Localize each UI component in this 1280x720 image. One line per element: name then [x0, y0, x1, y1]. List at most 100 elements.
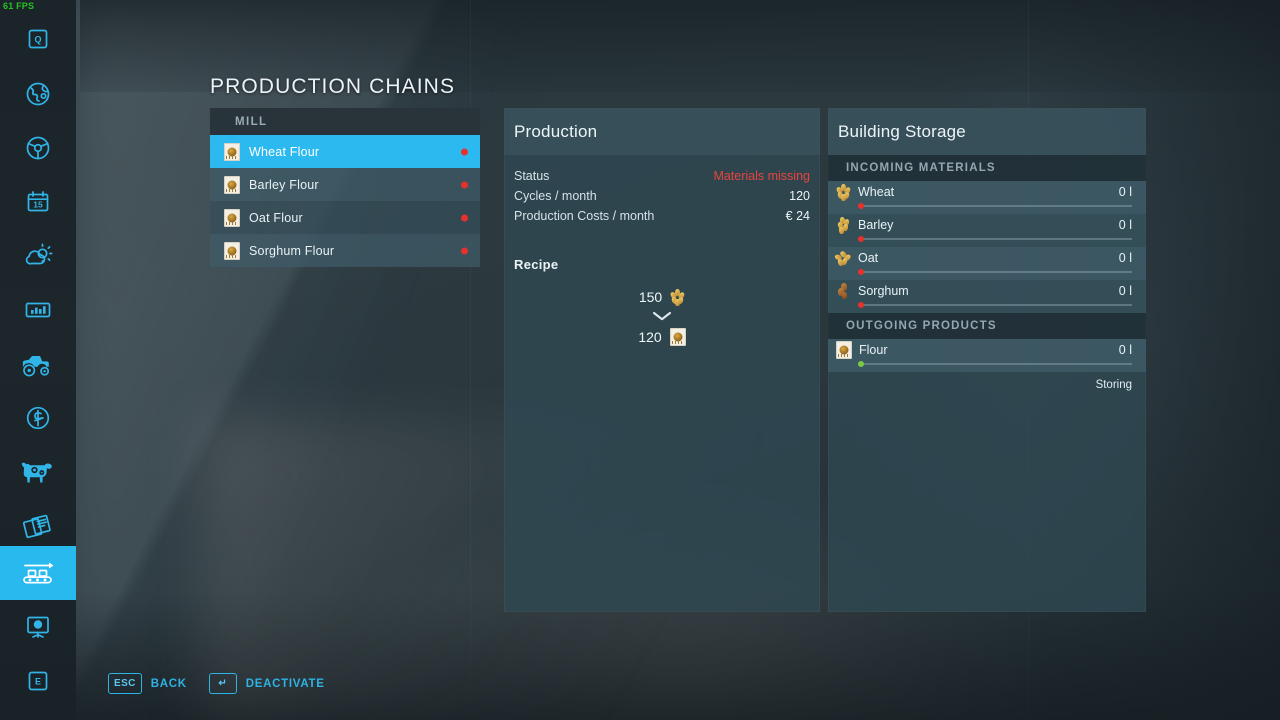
sidebar-item-vehicle-control[interactable]	[0, 121, 76, 175]
svg-text:E: E	[35, 677, 41, 687]
stat-row-costs: Production Costs / month € 24	[514, 209, 810, 229]
storage-row-left: Barley	[836, 216, 893, 234]
storage-row-label: Wheat	[858, 185, 895, 199]
chain-row-sorghum-flour[interactable]: Sorghum Flour	[210, 234, 480, 267]
chain-row-wheat-flour[interactable]: Wheat Flour	[210, 135, 480, 168]
stat-label: Status	[514, 169, 550, 183]
hint-deactivate[interactable]: ↵ DEACTIVATE	[208, 673, 325, 694]
recipe-output-amount: 120	[638, 329, 662, 345]
storage-row-top: Barley 0 l	[836, 214, 1132, 236]
storage-row-amount: 0 l	[1118, 284, 1132, 298]
storage-row-top: Sorghum 0 l	[836, 280, 1132, 302]
storage-fill-bar	[858, 236, 1132, 242]
status-dot	[461, 214, 468, 221]
keycap-q-icon: Q	[28, 29, 48, 49]
storage-row-label: Oat	[858, 251, 879, 265]
chain-row-barley-flour[interactable]: Barley Flour	[210, 168, 480, 201]
steering-wheel-icon	[26, 136, 50, 160]
stat-label: Cycles / month	[514, 189, 597, 203]
hint-back[interactable]: ESC BACK	[108, 673, 187, 694]
production-conveyor-icon	[23, 562, 54, 584]
storage-fill-indicator	[858, 236, 864, 242]
status-dot	[461, 148, 468, 155]
sidebar-item-finances[interactable]	[0, 391, 76, 445]
svg-text:15: 15	[33, 200, 43, 210]
sidebar-item-map[interactable]	[0, 67, 76, 121]
keycap-e-icon: E	[28, 671, 48, 691]
production-stats: Status Materials missing Cycles / month …	[504, 169, 820, 229]
chain-row-label: Sorghum Flour	[249, 243, 335, 258]
flour-sack-icon	[224, 208, 240, 227]
storage-row-top: Flour 0 l	[836, 339, 1132, 361]
storage-fill-bar	[858, 269, 1132, 275]
chevron-down-icon	[652, 311, 672, 321]
flour-sack-icon	[836, 341, 852, 359]
recipe-input-amount: 150	[638, 289, 663, 305]
sidebar-item-construction[interactable]	[0, 600, 76, 654]
storage-row-wheat[interactable]: Wheat 0 l	[828, 181, 1146, 214]
stat-label: Production Costs / month	[514, 209, 655, 223]
stat-row-status: Status Materials missing	[514, 169, 810, 189]
sidebar-item-production-chains[interactable]	[0, 546, 76, 600]
storage-row-amount: 0 l	[1118, 343, 1132, 357]
sidebar-item-statistics[interactable]	[0, 283, 76, 337]
chain-row-oat-flour[interactable]: Oat Flour	[210, 201, 480, 234]
storage-row-left: Sorghum	[836, 282, 909, 300]
storage-fill-bar	[858, 203, 1132, 209]
hint-back-label: BACK	[150, 677, 187, 690]
stat-value: Materials missing	[713, 169, 810, 183]
hint-deactivate-label: DEACTIVATE	[245, 677, 325, 690]
stat-value: € 24	[785, 209, 810, 223]
storage-row-amount: 0 l	[1118, 218, 1132, 232]
recipe-output: 120	[638, 326, 686, 348]
storage-fill-indicator	[858, 361, 864, 367]
sidebar-item-keybind-q[interactable]: Q	[0, 12, 76, 66]
production-panel-header: Production	[504, 108, 820, 155]
tractor-icon	[22, 356, 50, 377]
sidebar-item-animals[interactable]	[0, 445, 76, 499]
storage-row-amount: 0 l	[1118, 251, 1132, 265]
storage-row-top: Oat 0 l	[834, 247, 1132, 269]
wheat-grain-icon	[835, 183, 852, 201]
status-dot	[461, 181, 468, 188]
outgoing-products-header: OUTGOING PRODUCTS	[828, 313, 1146, 339]
tree-planting-icon	[27, 616, 49, 638]
storage-row-sorghum[interactable]: Sorghum 0 l	[828, 280, 1146, 313]
building-storage-panel: Building Storage INCOMING MATERIALS Whea…	[828, 108, 1146, 612]
storage-row-mode: Storing	[1095, 379, 1132, 391]
calendar-icon: 15	[27, 191, 49, 212]
storage-row-oat[interactable]: Oat 0 l	[828, 247, 1146, 280]
storage-fill-indicator	[858, 302, 864, 308]
fps-counter: 61 FPS	[3, 1, 35, 11]
bottom-hint-bar: ESC BACK ↵ DEACTIVATE	[108, 673, 325, 694]
storage-fill-bar	[858, 361, 1132, 367]
sidebar-item-calendar[interactable]: 15	[0, 175, 76, 229]
storage-row-amount: 0 l	[1118, 185, 1132, 199]
recipe-input: 150	[638, 286, 686, 308]
flour-sack-icon	[224, 142, 240, 161]
oat-grain-icon	[834, 249, 852, 267]
chain-group-header: MILL	[210, 108, 480, 135]
sidebar-item-weather[interactable]	[0, 229, 76, 283]
sidebar-item-vehicles[interactable]	[0, 337, 76, 391]
storage-row-flour[interactable]: Flour 0 l	[828, 339, 1146, 372]
storage-row-left: Wheat	[835, 183, 895, 201]
sidebar-item-contracts[interactable]	[0, 499, 76, 553]
recipe-heading: Recipe	[514, 257, 559, 272]
recipe-diagram: 150 120	[504, 286, 820, 348]
storage-fill-indicator	[858, 269, 864, 275]
weather-sun-cloud-icon	[25, 243, 53, 265]
barley-grain-icon	[836, 216, 851, 234]
storage-row-label: Flour	[859, 343, 888, 357]
storage-row-barley[interactable]: Barley 0 l	[828, 214, 1146, 247]
page-title: PRODUCTION CHAINS	[210, 75, 456, 98]
production-panel-title: Production	[514, 121, 598, 141]
production-panel: Production Status Materials missing Cycl…	[504, 108, 820, 612]
key-esc: ESC	[108, 673, 142, 694]
flour-sack-icon	[224, 175, 240, 194]
storage-fill-bar	[858, 302, 1132, 308]
storage-row-left: Oat	[834, 249, 879, 267]
flour-sack-icon	[669, 328, 686, 346]
chain-row-label: Oat Flour	[249, 210, 303, 225]
sidebar-item-keybind-e[interactable]: E	[0, 654, 76, 708]
